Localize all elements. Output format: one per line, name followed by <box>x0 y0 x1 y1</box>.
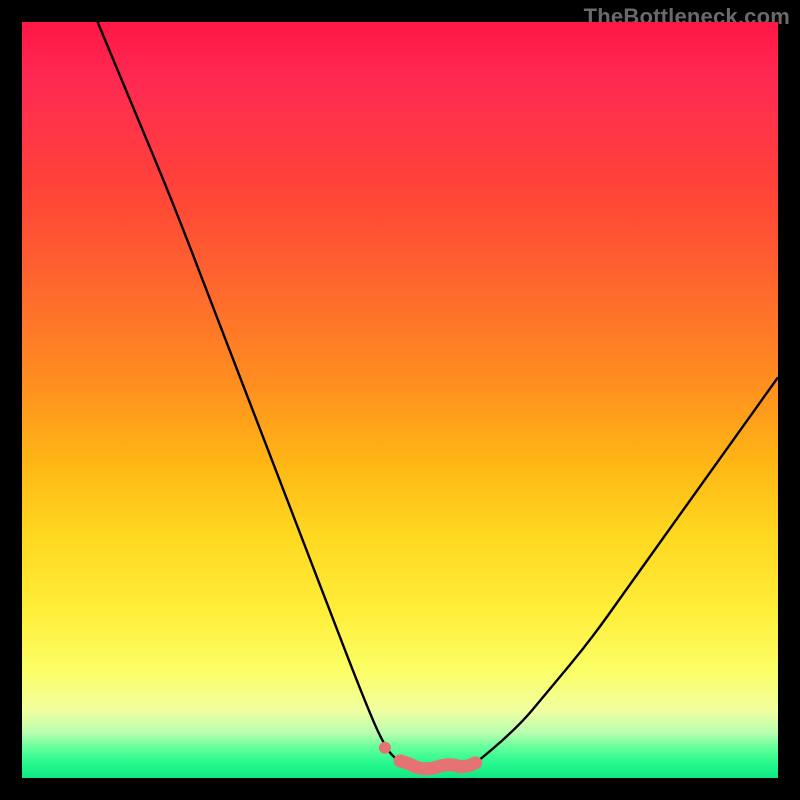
valley-dot-left <box>379 742 391 754</box>
plot-area <box>22 22 778 778</box>
curve-group <box>98 22 778 769</box>
bottleneck-curve <box>22 22 778 778</box>
curve-left-arm <box>98 22 400 763</box>
valley-marker <box>400 761 476 769</box>
chart-frame: TheBottleneck.com <box>0 0 800 800</box>
curve-right-arm <box>476 377 778 763</box>
